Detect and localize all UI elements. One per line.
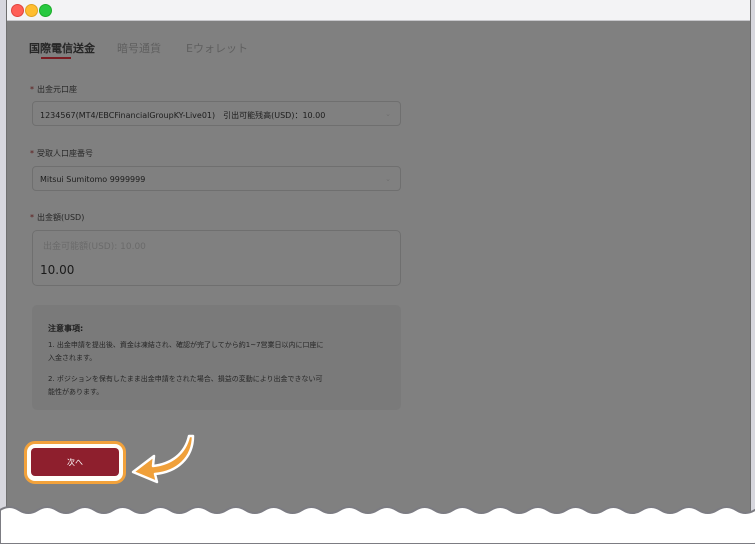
app-window: 国際電信送金 暗号通貨 Eウォレット * 出金元口座 1234567(MT4/EB…: [6, 0, 751, 544]
maximize-window-button[interactable]: [39, 4, 52, 17]
active-tab-underline: [41, 57, 71, 59]
notice-line: 2. ポジションを保有したまま出金申請をされた場合、損益の変動により出金できない…: [48, 375, 323, 383]
required-mark: *: [30, 213, 34, 222]
window-titlebar: [7, 0, 750, 21]
chevron-down-icon: ⌄: [385, 175, 391, 183]
amount-label: * 出金額(USD): [30, 212, 84, 223]
recipient-account-select[interactable]: Mitsui Sumitomo 9999999 ⌄: [32, 166, 401, 191]
amount-label-text: 出金額(USD): [37, 213, 85, 222]
notice-line: 1. 出金申請を提出後、資金は凍結され、確認が完了してから約1~7営業日以内に口…: [48, 341, 324, 349]
amount-value: 10.00: [40, 263, 75, 277]
recipient-account-label: * 受取人口座番号: [30, 148, 93, 159]
notice-box: 注意事項: 1. 出金申請を提出後、資金は凍結され、確認が完了してから約1~7営…: [32, 305, 401, 410]
close-window-button[interactable]: [11, 4, 24, 17]
tab-ewallet[interactable]: Eウォレット: [186, 40, 248, 56]
tab-crypto[interactable]: 暗号通貨: [117, 40, 161, 56]
source-account-label-text: 出金元口座: [37, 85, 77, 94]
recipient-account-label-text: 受取人口座番号: [37, 149, 93, 158]
source-account-select[interactable]: 1234567(MT4/EBCFinancialGroupKY-Live01) …: [32, 101, 401, 126]
curved-arrow-icon: [131, 434, 195, 484]
source-account-label: * 出金元口座: [30, 84, 77, 95]
next-button[interactable]: 次へ: [31, 448, 119, 476]
chevron-down-icon: ⌄: [385, 110, 391, 118]
recipient-account-value: Mitsui Sumitomo 9999999: [40, 175, 146, 184]
tab-telegraphic-transfer[interactable]: 国際電信送金: [29, 40, 95, 56]
amount-input[interactable]: 出金可能額(USD): 10.00 10.00: [32, 230, 401, 286]
required-mark: *: [30, 149, 34, 158]
notice-title: 注意事項:: [48, 324, 84, 333]
torn-edge-decoration: [0, 506, 755, 544]
minimize-window-button[interactable]: [25, 4, 38, 17]
amount-placeholder: 出金可能額(USD): 10.00: [43, 242, 146, 252]
required-mark: *: [30, 85, 34, 94]
source-account-value: 1234567(MT4/EBCFinancialGroupKY-Live01) …: [40, 111, 326, 120]
notice-line: 入金されます。: [48, 354, 97, 362]
notice-line: 能性があります。: [48, 388, 104, 396]
